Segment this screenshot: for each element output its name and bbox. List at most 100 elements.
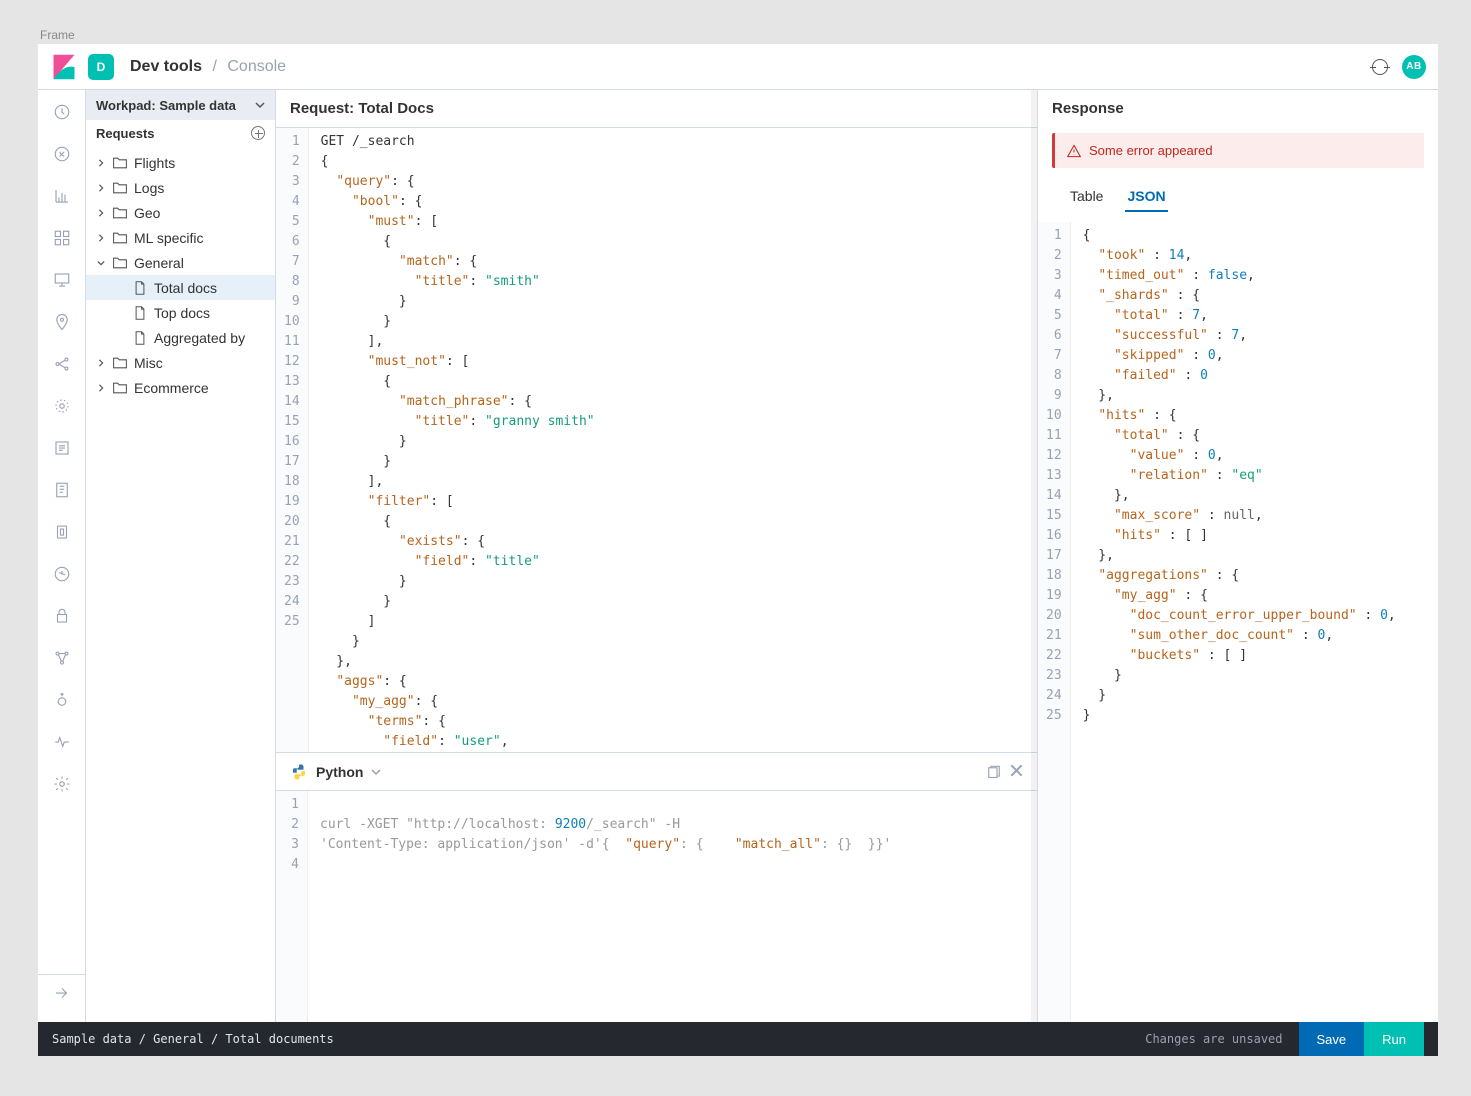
nav-discover-icon[interactable] bbox=[52, 144, 72, 164]
footer-path: Sample data / General / Total documents bbox=[52, 1032, 334, 1046]
chevron-down-icon[interactable] bbox=[371, 767, 381, 777]
tree-folder-general[interactable]: General bbox=[86, 250, 275, 275]
error-banner: Some error appeared bbox=[1052, 133, 1424, 168]
python-code[interactable]: curl -XGET "http://localhost: 9200/_sear… bbox=[308, 791, 903, 1022]
space-badge[interactable]: D bbox=[88, 54, 114, 80]
request-code[interactable]: GET /_search{ "query": { "bool": { "must… bbox=[309, 128, 607, 752]
response-panel: Response Some error appeared Table JSON … bbox=[1038, 90, 1438, 1022]
folder-icon bbox=[112, 181, 128, 195]
kibana-logo[interactable] bbox=[50, 53, 78, 81]
response-gutter: 1234567891011121314151617181920212223242… bbox=[1038, 222, 1071, 1022]
request-editor[interactable]: 1234567891011121314151617181920212223242… bbox=[276, 127, 1037, 752]
nav-devtools-icon[interactable] bbox=[52, 690, 72, 710]
nav-security-icon[interactable] bbox=[52, 606, 72, 626]
file-icon bbox=[132, 281, 148, 295]
nav-apm-icon[interactable] bbox=[52, 480, 72, 500]
request-gutter: 1234567891011121314151617181920212223242… bbox=[276, 128, 309, 752]
tree-label: Logs bbox=[134, 180, 164, 196]
tab-table[interactable]: Table bbox=[1068, 182, 1105, 212]
nav-management-icon[interactable] bbox=[52, 774, 72, 794]
breadcrumb-app[interactable]: Dev tools bbox=[130, 58, 202, 75]
python-editor[interactable]: 1234 curl -XGET "http://localhost: 9200/… bbox=[276, 791, 1037, 1022]
fullscreen-icon[interactable] bbox=[1372, 59, 1388, 75]
response-code[interactable]: { "took" : 14, "timed_out" : false, "_sh… bbox=[1071, 222, 1408, 1022]
nav-graph-icon[interactable] bbox=[52, 648, 72, 668]
body: Workpad: Sample data Requests Flights Lo… bbox=[38, 90, 1438, 1022]
tree-label: General bbox=[134, 255, 184, 271]
python-panel: Python 1234 curl -XGET "http://localhost… bbox=[276, 752, 1037, 1022]
tree-label: Geo bbox=[134, 205, 160, 221]
python-icon bbox=[290, 763, 308, 781]
tree-label: Aggregated by bbox=[154, 330, 245, 346]
tree-label: Misc bbox=[134, 355, 163, 371]
nav-rail bbox=[38, 90, 86, 1022]
tree-folder-misc[interactable]: Misc bbox=[86, 350, 275, 375]
tree-item-total-docs[interactable]: Total docs bbox=[86, 275, 275, 300]
file-icon bbox=[132, 306, 148, 320]
nav-uptime-icon[interactable] bbox=[52, 522, 72, 542]
tree-item-top-docs[interactable]: Top docs bbox=[86, 300, 275, 325]
python-header: Python bbox=[276, 753, 1037, 791]
folder-icon bbox=[112, 381, 128, 395]
close-icon[interactable] bbox=[1010, 764, 1023, 777]
nav-canvas-icon[interactable] bbox=[52, 270, 72, 290]
add-request-button[interactable] bbox=[251, 126, 265, 140]
folder-icon bbox=[112, 256, 128, 270]
requests-tree: Flights Logs Geo ML specific bbox=[86, 146, 275, 404]
tree-item-aggregated-by[interactable]: Aggregated by bbox=[86, 325, 275, 350]
request-panel: Request: Total Docs 12345678910111213141… bbox=[276, 90, 1038, 1022]
response-tabs: Table JSON bbox=[1038, 174, 1438, 212]
breadcrumb-separator: / bbox=[212, 58, 216, 75]
python-gutter: 1234 bbox=[276, 791, 308, 1022]
sidebar: Workpad: Sample data Requests Flights Lo… bbox=[86, 90, 276, 1022]
chevron-down-icon bbox=[255, 100, 265, 110]
workpad-selector[interactable]: Workpad: Sample data bbox=[86, 90, 275, 120]
unsaved-status: Changes are unsaved bbox=[1145, 1032, 1282, 1046]
nav-siem-icon[interactable] bbox=[52, 564, 72, 584]
collapse-nav-button[interactable] bbox=[38, 974, 85, 1010]
tree-folder-ml[interactable]: ML specific bbox=[86, 225, 275, 250]
nav-maps-icon[interactable] bbox=[52, 312, 72, 332]
nav-recent-icon[interactable] bbox=[52, 102, 72, 122]
folder-icon bbox=[112, 231, 128, 245]
tree-label: Ecommerce bbox=[134, 380, 209, 396]
tree-label: ML specific bbox=[134, 230, 204, 246]
copy-icon[interactable] bbox=[985, 764, 1000, 779]
user-avatar[interactable]: AB bbox=[1402, 55, 1426, 79]
run-button[interactable]: Run bbox=[1364, 1022, 1424, 1056]
response-editor[interactable]: 1234567891011121314151617181920212223242… bbox=[1038, 222, 1438, 1022]
nav-infrastructure-icon[interactable] bbox=[52, 396, 72, 416]
folder-icon bbox=[112, 206, 128, 220]
folder-icon bbox=[112, 156, 128, 170]
app-window: D Dev tools / Console AB bbox=[38, 44, 1438, 1056]
tree-folder-ecommerce[interactable]: Ecommerce bbox=[86, 375, 275, 400]
tree-label: Top docs bbox=[154, 305, 210, 321]
response-title: Response bbox=[1038, 90, 1438, 127]
tree-label: Flights bbox=[134, 155, 175, 171]
save-button[interactable]: Save bbox=[1299, 1022, 1365, 1056]
request-title: Request: Total Docs bbox=[276, 90, 1037, 127]
frame-label: Frame bbox=[40, 28, 75, 42]
folder-icon bbox=[112, 356, 128, 370]
header: D Dev tools / Console AB bbox=[38, 44, 1438, 90]
breadcrumb: Dev tools / Console bbox=[130, 58, 286, 76]
warning-icon bbox=[1067, 144, 1081, 158]
nav-logs-icon[interactable] bbox=[52, 438, 72, 458]
nav-visualize-icon[interactable] bbox=[52, 186, 72, 206]
tree-folder-geo[interactable]: Geo bbox=[86, 200, 275, 225]
python-title[interactable]: Python bbox=[316, 764, 363, 780]
file-icon bbox=[132, 331, 148, 345]
nav-dashboard-icon[interactable] bbox=[52, 228, 72, 248]
requests-header: Requests bbox=[86, 120, 275, 146]
nav-monitoring-icon[interactable] bbox=[52, 732, 72, 752]
tree-folder-logs[interactable]: Logs bbox=[86, 175, 275, 200]
tree-label: Total docs bbox=[154, 280, 217, 296]
main: Request: Total Docs 12345678910111213141… bbox=[276, 90, 1438, 1022]
footer: Sample data / General / Total documents … bbox=[38, 1022, 1438, 1056]
error-text: Some error appeared bbox=[1089, 143, 1213, 158]
tree-folder-flights[interactable]: Flights bbox=[86, 150, 275, 175]
requests-label: Requests bbox=[96, 126, 155, 141]
tab-json[interactable]: JSON bbox=[1125, 182, 1167, 212]
nav-ml-icon[interactable] bbox=[52, 354, 72, 374]
breadcrumb-page: Console bbox=[227, 58, 286, 75]
